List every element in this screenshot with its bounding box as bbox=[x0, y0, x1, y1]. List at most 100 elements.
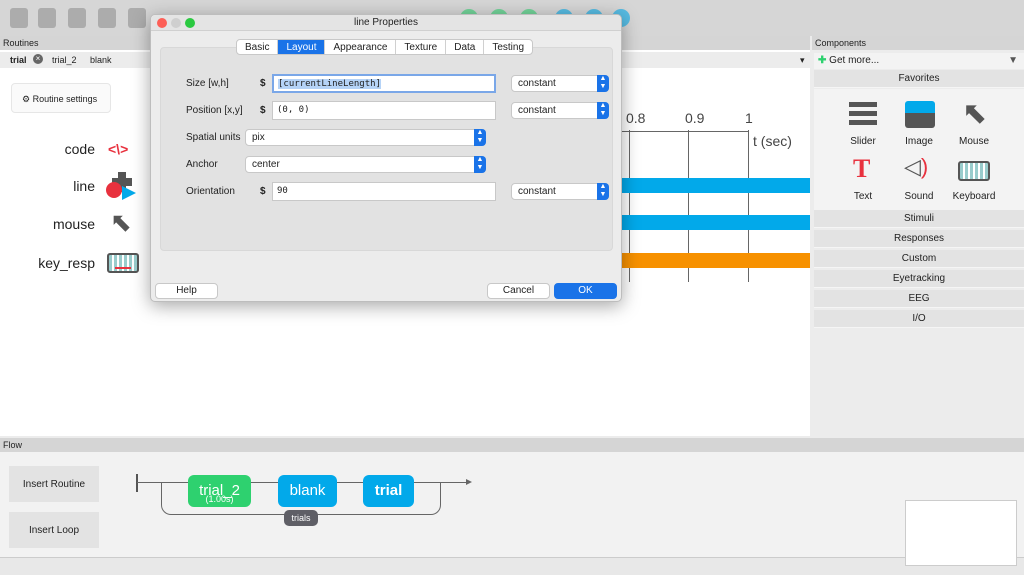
flow-routine-trial[interactable]: trial bbox=[363, 475, 414, 507]
component-key-resp[interactable]: key_resp bbox=[5, 255, 95, 271]
gear-icon: ⚙ bbox=[22, 94, 33, 104]
routine-settings-button[interactable]: ⚙ Routine settings bbox=[11, 83, 111, 113]
cancel-button[interactable]: Cancel bbox=[487, 283, 550, 299]
orientation-input[interactable]: 90 bbox=[272, 182, 496, 201]
keyboard-fav-icon bbox=[958, 161, 990, 181]
select-arrows-icon: ▲ ▼ bbox=[597, 75, 609, 92]
position-input[interactable]: (0, 0) bbox=[272, 101, 496, 120]
undo-icon[interactable] bbox=[128, 8, 146, 28]
code-icon: <\> bbox=[108, 141, 129, 157]
image-icon bbox=[905, 101, 935, 128]
slider-icon bbox=[849, 102, 877, 126]
tab-trial-2[interactable]: trial_2 bbox=[52, 55, 77, 65]
line-properties-dialog: line Properties Size [w,h] $ [currentLin… bbox=[150, 14, 622, 302]
get-more-button[interactable]: ✚ Get more... ▼ bbox=[814, 53, 1024, 69]
category-responses[interactable]: Responses bbox=[814, 230, 1024, 248]
close-tab-icon[interactable]: × bbox=[33, 54, 43, 64]
units-select[interactable]: pix ▲ ▼ bbox=[245, 129, 486, 146]
dollar-icon: $ bbox=[260, 105, 266, 116]
components-panel: Components ✚ Get more... ▼ Favorites ⬉ T … bbox=[812, 36, 1024, 436]
flow-routine-trial-2[interactable]: trial_2 (1.00s) bbox=[188, 475, 251, 507]
save-as-icon[interactable] bbox=[98, 8, 116, 28]
fav-keyboard[interactable]: Keyboard bbox=[944, 191, 1004, 202]
category-eyetracking[interactable]: Eyetracking bbox=[814, 270, 1024, 288]
text-icon: T bbox=[853, 154, 871, 183]
mouse-duration-bar[interactable] bbox=[622, 215, 810, 230]
fav-sound[interactable]: Sound bbox=[889, 191, 949, 202]
minimize-window-button[interactable] bbox=[171, 18, 181, 28]
orientation-label: Orientation bbox=[186, 186, 235, 197]
timeline-tick: 0.9 bbox=[685, 110, 705, 126]
category-stimuli[interactable]: Stimuli bbox=[814, 210, 1024, 228]
tab-trial[interactable]: trial bbox=[10, 55, 27, 65]
tab-texture[interactable]: Texture bbox=[396, 40, 447, 54]
fav-mouse[interactable]: Mouse bbox=[944, 136, 1004, 147]
anchor-label: Anchor bbox=[186, 159, 218, 170]
flow-routine-blank[interactable]: blank bbox=[278, 475, 337, 507]
position-mode-select[interactable]: constant ▲ ▼ bbox=[511, 102, 609, 119]
save-icon[interactable] bbox=[68, 8, 86, 28]
category-custom[interactable]: Custom bbox=[814, 250, 1024, 268]
component-line[interactable]: line bbox=[5, 178, 95, 194]
window-thumbnail bbox=[905, 500, 1017, 566]
line-duration-bar[interactable] bbox=[622, 178, 810, 193]
insert-routine-button[interactable]: Insert Routine bbox=[9, 466, 99, 502]
routine-settings-label: Routine settings bbox=[32, 94, 98, 104]
mouse-icon: ⬉ bbox=[962, 97, 988, 130]
open-folder-icon[interactable] bbox=[38, 8, 56, 28]
tab-blank[interactable]: blank bbox=[90, 55, 112, 65]
routine-duration: (1.00s) bbox=[205, 494, 234, 504]
status-bar bbox=[0, 557, 1024, 575]
favorites-header[interactable]: Favorites bbox=[814, 70, 1024, 88]
ok-button[interactable]: OK bbox=[554, 283, 617, 299]
filter-icon[interactable]: ▼ bbox=[1008, 55, 1018, 66]
tab-appearance[interactable]: Appearance bbox=[325, 40, 397, 54]
timeline-tick: 0.8 bbox=[626, 110, 646, 126]
key-resp-duration-bar[interactable] bbox=[622, 253, 810, 268]
timeline-tick: 1 bbox=[745, 110, 753, 126]
close-window-button[interactable] bbox=[157, 18, 167, 28]
select-arrows-icon: ▲ ▼ bbox=[597, 102, 609, 119]
flow-start bbox=[136, 474, 138, 492]
loop-label-trials[interactable]: trials bbox=[284, 510, 318, 526]
category-eeg[interactable]: EEG bbox=[814, 290, 1024, 308]
category-io[interactable]: I/O bbox=[814, 310, 1024, 328]
pos-mode-value: constant bbox=[518, 105, 556, 116]
line-shape-icon bbox=[106, 172, 138, 204]
units-label: Spatial units bbox=[186, 132, 241, 143]
new-file-icon[interactable] bbox=[10, 8, 28, 28]
components-header: Components bbox=[812, 36, 1024, 50]
orientation-mode-select[interactable]: constant ▲ ▼ bbox=[511, 183, 609, 200]
size-mode-select[interactable]: constant ▲ ▼ bbox=[511, 75, 609, 92]
timeline-axis-label: t (sec) bbox=[753, 133, 792, 149]
fav-slider[interactable]: Slider bbox=[833, 136, 893, 147]
anchor-value: center bbox=[252, 159, 280, 170]
component-mouse[interactable]: mouse bbox=[5, 216, 95, 232]
keyboard-icon bbox=[107, 253, 139, 273]
size-value: [currentLineLength] bbox=[278, 79, 381, 89]
flow-header: Flow bbox=[0, 438, 1024, 452]
fav-image[interactable]: Image bbox=[889, 136, 949, 147]
tab-layout[interactable]: Layout bbox=[278, 40, 326, 54]
flow-arrow-icon bbox=[466, 479, 472, 485]
insert-loop-button[interactable]: Insert Loop bbox=[9, 512, 99, 548]
tab-basic[interactable]: Basic bbox=[237, 40, 279, 54]
flow-panel: Flow bbox=[0, 438, 1024, 558]
dollar-icon: $ bbox=[260, 186, 266, 197]
tab-data[interactable]: Data bbox=[446, 40, 485, 54]
dialog-tabs: Basic Layout Appearance Texture Data Tes… bbox=[236, 39, 534, 55]
plus-icon: ✚ bbox=[818, 55, 827, 66]
dollar-icon: $ bbox=[260, 78, 266, 89]
anchor-select[interactable]: center ▲ ▼ bbox=[245, 156, 486, 173]
help-button[interactable]: Help bbox=[155, 283, 218, 299]
layout-panel: Size [w,h] $ [currentLineLength] constan… bbox=[160, 47, 613, 251]
tab-testing[interactable]: Testing bbox=[484, 40, 532, 54]
component-code[interactable]: code bbox=[5, 141, 95, 157]
mouse-cursor-icon: ⬉ bbox=[110, 207, 132, 237]
zoom-window-button[interactable] bbox=[185, 18, 195, 28]
size-input[interactable]: [currentLineLength] bbox=[272, 74, 496, 93]
tabs-menu-icon[interactable]: ▾ bbox=[800, 55, 805, 66]
select-arrows-icon: ▲ ▼ bbox=[474, 156, 486, 173]
select-arrows-icon: ▲ ▼ bbox=[597, 183, 609, 200]
fav-text[interactable]: Text bbox=[833, 191, 893, 202]
